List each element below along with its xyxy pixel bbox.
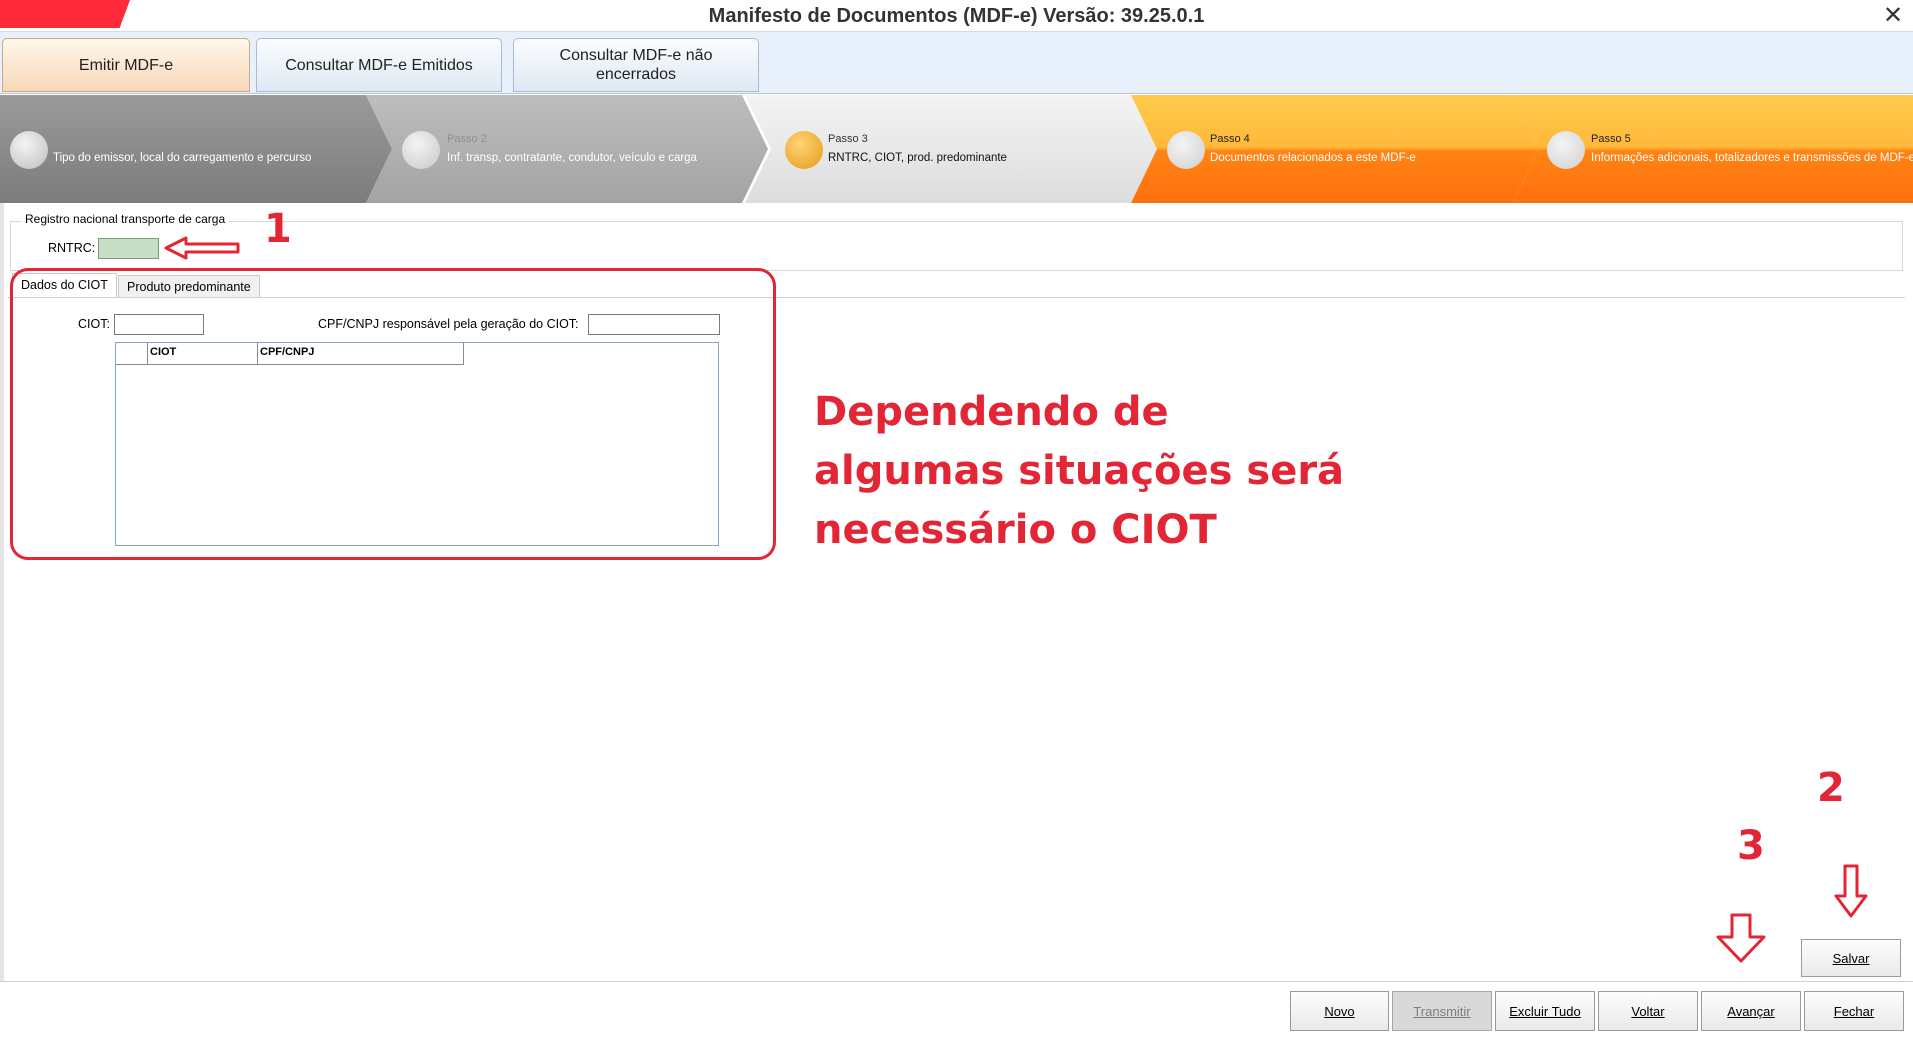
novo-button[interactable]: Novo <box>1290 991 1389 1031</box>
step-1-circle-icon <box>10 131 48 169</box>
main-tab-strip: Emitir MDF-e Consultar MDF-e Emitidos Co… <box>0 32 1913 94</box>
wizard-step-5[interactable]: Passo 5 Informações adicionais, totaliza… <box>1513 95 1913 203</box>
step-1-description: Tipo do emissor, local do carregamento e… <box>53 152 312 164</box>
rntrc-groupbox: Registro nacional transporte de carga <box>10 212 1903 271</box>
fechar-button[interactable]: Fechar <box>1804 991 1904 1031</box>
avancar-button[interactable]: Avançar <box>1701 991 1801 1031</box>
annotation-marker-3: 3 <box>1737 823 1765 869</box>
bottom-toolbar: Novo Transmitir Excluir Tudo Voltar Avan… <box>0 981 1913 1037</box>
ciot-annotation-text: Dependendo de algumas situações será nec… <box>814 383 1374 560</box>
close-icon[interactable]: ✕ <box>1873 0 1913 32</box>
annotation-marker-2: 2 <box>1817 765 1845 811</box>
tab-consultar-emitidos[interactable]: Consultar MDF-e Emitidos <box>256 38 502 92</box>
step-1-number: Passo 1 <box>53 133 93 145</box>
wizard-step-1[interactable]: Passo 1 Tipo do emissor, local do carreg… <box>0 95 392 203</box>
arrow-left-icon <box>164 236 240 260</box>
step-5-circle-icon <box>1547 131 1585 169</box>
step-4-number: Passo 4 <box>1210 133 1250 145</box>
rntrc-group-legend: Registro nacional transporte de carga <box>21 212 230 226</box>
ciot-highlight-box <box>10 268 776 560</box>
wizard-step-2[interactable]: Passo 2 Inf. transp, contratante, condut… <box>366 95 768 203</box>
step-2-description: Inf. transp, contratante, condutor, veíc… <box>447 152 697 164</box>
wizard-step-3[interactable]: Passo 3 RNTRC, CIOT, prod. predominante <box>745 95 1157 203</box>
wizard-steps: Passo 1 Tipo do emissor, local do carreg… <box>0 95 1913 203</box>
annotation-line-1: Dependendo de <box>814 389 1169 435</box>
step-5-number: Passo 5 <box>1591 133 1631 145</box>
voltar-button[interactable]: Voltar <box>1598 991 1698 1031</box>
step-4-circle-icon <box>1167 131 1205 169</box>
tab-consultar-nao-encerrados[interactable]: Consultar MDF-e não encerrados <box>513 38 759 92</box>
step-2-number: Passo 2 <box>447 133 487 145</box>
mdfe-window: Manifesto de Documentos (MDF-e) Versão: … <box>0 0 1913 1037</box>
step-2-circle-icon <box>402 131 440 169</box>
step-3-description: RNTRC, CIOT, prod. predominante <box>828 152 1007 164</box>
excluir-tudo-button[interactable]: Excluir Tudo <box>1495 991 1595 1031</box>
annotation-line-3: necessário o CIOT <box>814 507 1217 553</box>
content-area: Registro nacional transporte de carga RN… <box>0 203 1913 981</box>
step-5-description: Informações adicionais, totalizadores e … <box>1591 152 1913 164</box>
annotation-line-2: algumas situações será <box>814 448 1345 494</box>
rntrc-input[interactable] <box>98 238 159 259</box>
step-3-number: Passo 3 <box>828 133 868 145</box>
step-4-description: Documentos relacionados a este MDF-e <box>1210 152 1416 164</box>
annotation-marker-1: 1 <box>264 206 292 252</box>
arrow-down-icon <box>1834 864 1868 918</box>
step-3-circle-icon <box>785 131 823 169</box>
window-title: Manifesto de Documentos (MDF-e) Versão: … <box>708 5 1205 27</box>
transmitir-button[interactable]: Transmitir <box>1392 991 1492 1031</box>
wizard-step-4[interactable]: Passo 4 Documentos relacionados a este M… <box>1131 95 1539 203</box>
tab-emitir-mdfe[interactable]: Emitir MDF-e <box>2 38 250 92</box>
arrow-down-icon <box>1716 913 1766 963</box>
salvar-button[interactable]: Salvar <box>1801 939 1901 977</box>
title-bar: Manifesto de Documentos (MDF-e) Versão: … <box>0 0 1913 32</box>
rntrc-label: RNTRC: <box>48 241 96 255</box>
